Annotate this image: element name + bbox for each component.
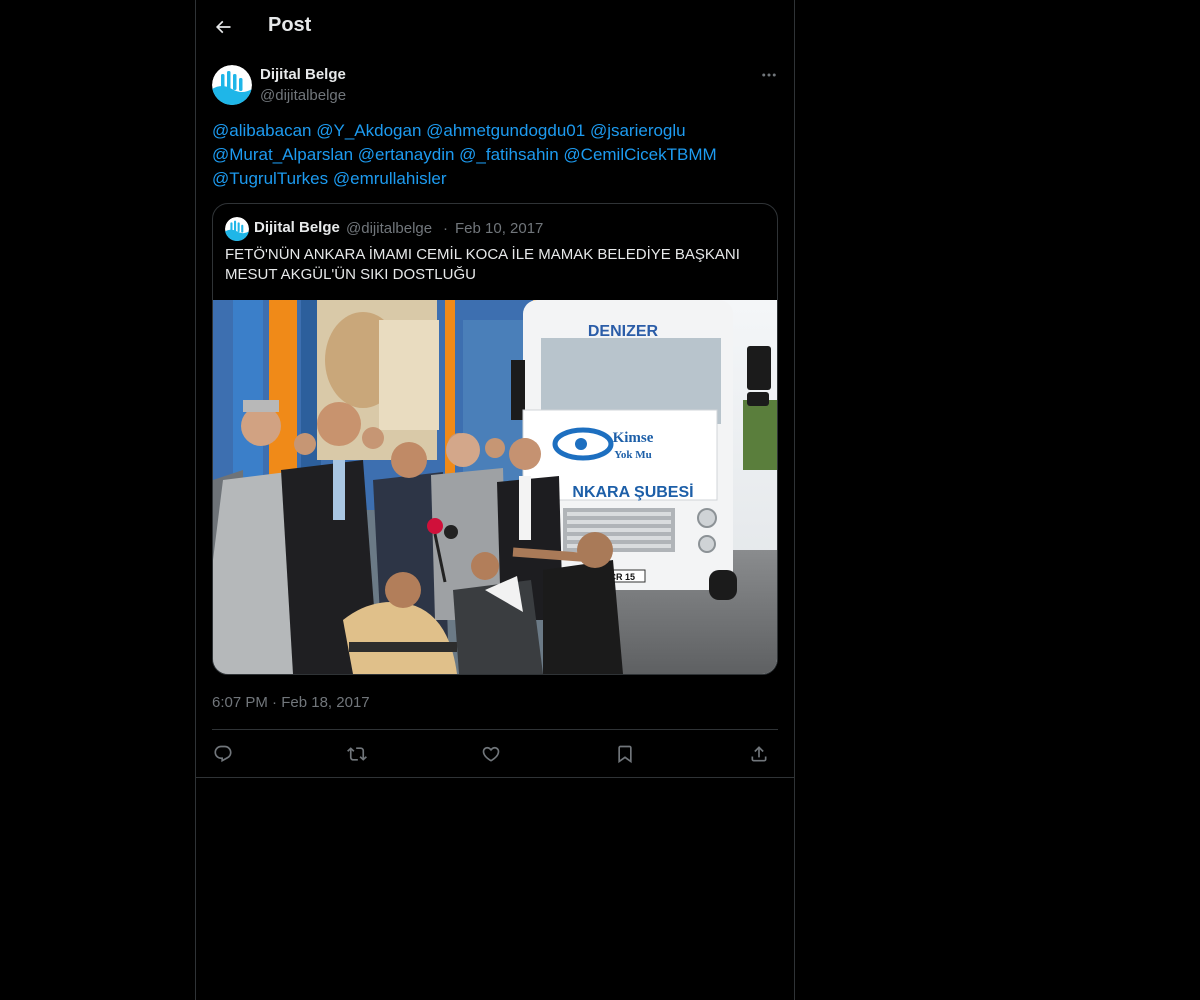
banner-text-line1: Kimse xyxy=(613,430,654,446)
quoted-post[interactable]: Dijital Belge @dijitalbelge · Feb 10, 20… xyxy=(212,203,778,675)
share-icon xyxy=(751,746,767,762)
mention-link[interactable]: @alibabacan xyxy=(212,121,312,140)
back-button[interactable] xyxy=(208,11,238,43)
mention-link[interactable]: @Murat_Alparslan xyxy=(212,145,353,164)
separator-dot: · xyxy=(443,220,448,237)
bookmark-icon xyxy=(618,745,632,764)
reply-icon xyxy=(214,745,232,763)
mention-link[interactable]: @_fatihsahin xyxy=(459,145,559,164)
banner-text-line3: NKARA ŞUBESİ xyxy=(572,483,693,501)
post-timestamp: 6:07 PM · Feb 18, 2017 xyxy=(212,694,370,711)
mention-link[interactable]: @jsarieroglu xyxy=(590,121,686,140)
action-bar xyxy=(212,738,778,770)
post-date[interactable]: Feb 18, 2017 xyxy=(281,694,369,711)
bookmark-button[interactable] xyxy=(608,738,642,770)
mention-link[interactable]: @ertanaydin xyxy=(358,145,455,164)
mention-link[interactable]: @emrullahisler xyxy=(333,169,447,188)
quoted-author-avatar xyxy=(225,217,249,241)
quoted-author-handle: @dijitalbelge xyxy=(346,220,433,237)
avatar-logo-icon xyxy=(225,217,249,241)
repost-button[interactable] xyxy=(340,738,374,770)
post-column: Post Dijital Belge @dijitalbelge @alibab… xyxy=(195,0,795,1000)
page-title: Post xyxy=(268,14,312,36)
share-button[interactable] xyxy=(742,738,776,770)
author-name[interactable]: Dijital Belge xyxy=(260,66,346,83)
mention-link[interactable]: @TugrulTurkes xyxy=(212,169,328,188)
like-button[interactable] xyxy=(474,738,508,770)
truck-brand-text: DENIZER xyxy=(588,323,659,340)
arrow-left-icon xyxy=(215,20,231,34)
avatar-logo-icon xyxy=(212,65,252,105)
more-options-button[interactable] xyxy=(754,64,784,86)
mention-link[interactable]: @CemilCicekTBMM xyxy=(563,145,716,164)
author-handle[interactable]: @dijitalbelge xyxy=(260,87,346,104)
heart-icon xyxy=(482,746,500,762)
header: Post xyxy=(196,0,794,55)
mention-link[interactable]: @Y_Akdogan xyxy=(316,121,421,140)
quoted-post-text: FETÖ'NÜN ANKARA İMAMI CEMİL KOCA İLE MAM… xyxy=(225,246,740,283)
divider xyxy=(196,777,794,778)
quoted-post-photo[interactable]: DENIZER BCR 15 Kimse Yok Mu NKARA ŞUBESİ xyxy=(213,300,777,674)
quoted-author-name: Dijital Belge xyxy=(254,219,340,236)
repost-icon xyxy=(347,747,367,761)
divider xyxy=(212,729,778,730)
reply-button[interactable] xyxy=(206,738,240,770)
quoted-post-date: Feb 10, 2017 xyxy=(455,220,544,237)
separator-dot: · xyxy=(272,694,278,711)
more-horizontal-icon xyxy=(762,73,776,77)
author-avatar[interactable] xyxy=(212,65,252,105)
post-text: @alibabacan @Y_Akdogan @ahmetgundogdu01 … xyxy=(212,119,772,191)
post-time[interactable]: 6:07 PM xyxy=(212,694,268,711)
mention-link[interactable]: @ahmetgundogdu01 xyxy=(426,121,585,140)
banner-text-line2: Yok Mu xyxy=(614,449,652,461)
